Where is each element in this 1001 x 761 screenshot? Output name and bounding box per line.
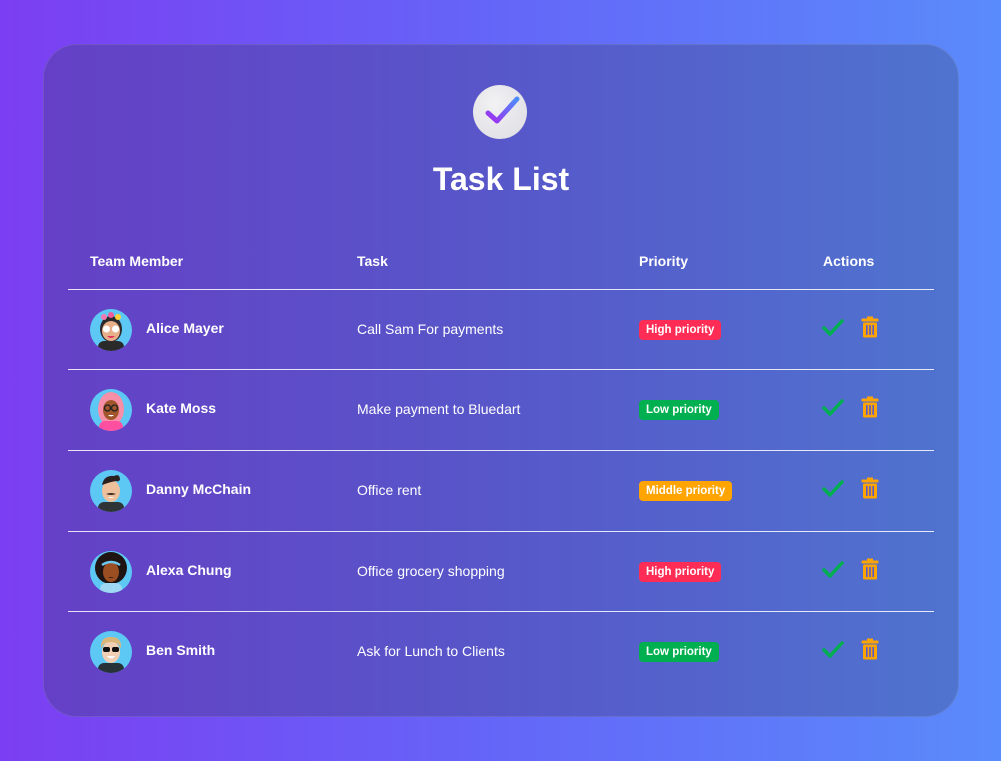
task-text: Office grocery shopping (357, 563, 505, 579)
checkmark-icon[interactable] (822, 318, 844, 338)
member-name: Ben Smith (146, 642, 216, 658)
avatar (90, 389, 132, 431)
task-text: Ask for Lunch to Clients (357, 643, 505, 659)
header-priority: Priority (639, 253, 689, 269)
trash-icon[interactable] (861, 477, 879, 499)
member-name: Alexa Chung (146, 562, 232, 578)
table-row: Alexa Chung Office grocery shopping High… (68, 532, 934, 612)
task-list-card: Task List Team Member Task Priority Acti… (43, 44, 959, 717)
avatar (90, 309, 132, 351)
priority-badge: Middle priority (639, 481, 733, 501)
trash-icon[interactable] (861, 558, 879, 580)
table-row: Kate Moss Make payment to Bluedart Low p… (68, 370, 934, 450)
header-task: Task (357, 253, 388, 269)
table-row: Danny McChain Office rent Middle priorit… (68, 451, 934, 531)
checkmark-icon[interactable] (822, 398, 844, 418)
table-row: Ben Smith Ask for Lunch to Clients Low p… (68, 612, 934, 692)
checkmark-icon[interactable] (822, 479, 844, 499)
priority-badge: High priority (639, 562, 722, 582)
page-title: Task List (432, 161, 570, 197)
task-text: Make payment to Bluedart (357, 401, 521, 417)
priority-badge: Low priority (639, 400, 719, 420)
table-row: Alice Mayer Call Sam For payments High p… (68, 290, 934, 370)
task-text: Call Sam For payments (357, 321, 504, 337)
table-header: Team Member Task Priority Actions (43, 253, 959, 273)
priority-badge: High priority (639, 320, 722, 340)
task-text: Office rent (357, 482, 422, 498)
header-team-member: Team Member (90, 253, 184, 269)
trash-icon[interactable] (861, 638, 879, 660)
header-actions: Actions (823, 253, 875, 269)
member-name: Danny McChain (146, 481, 252, 497)
checkmark-icon[interactable] (822, 640, 844, 660)
avatar (90, 551, 132, 593)
trash-icon[interactable] (861, 316, 879, 338)
avatar (90, 470, 132, 512)
priority-badge: Low priority (639, 642, 719, 662)
avatar (90, 631, 132, 673)
member-name: Kate Moss (146, 400, 217, 416)
member-name: Alice Mayer (146, 320, 224, 336)
trash-icon[interactable] (861, 396, 879, 418)
checkmark-icon[interactable] (822, 560, 844, 580)
check-circle-icon (473, 85, 527, 139)
